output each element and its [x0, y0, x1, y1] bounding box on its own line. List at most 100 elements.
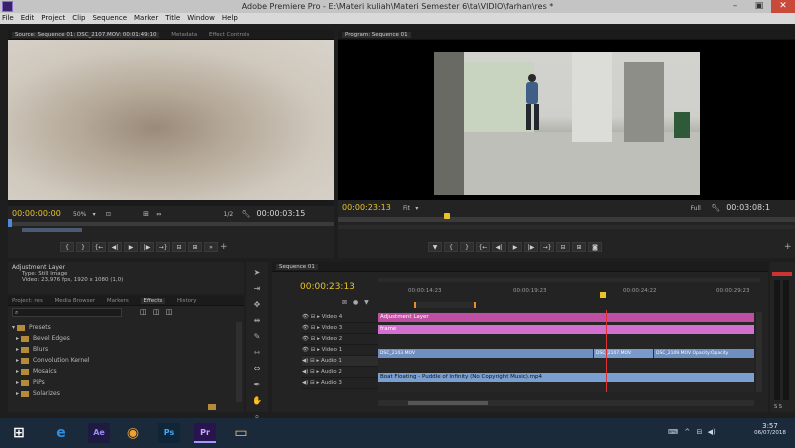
play-icon[interactable]: ▶ [124, 242, 138, 252]
step-back-icon[interactable]: ◀| [492, 242, 506, 252]
speaker-icon[interactable]: ◀) [302, 380, 308, 386]
eye-icon[interactable]: 👁︎ [302, 325, 309, 331]
32bit-effects-icon[interactable]: ◫ [153, 308, 160, 316]
chevron-down-icon[interactable]: ▾ [93, 211, 96, 218]
insert-button-icon[interactable]: ⊟ [172, 242, 186, 252]
clip-video1-b[interactable]: DSC_2107.MOV [594, 349, 654, 358]
disclosure-closed-icon[interactable]: ▸ [16, 368, 19, 375]
internet-explorer-icon[interactable]: e [50, 423, 72, 443]
network-icon[interactable]: ⊟ [696, 428, 702, 436]
lock-icon[interactable]: ⊟ [311, 347, 316, 353]
tab-source[interactable]: Source: Sequence 01: DSC_2107.MOV: 00:01… [12, 32, 160, 38]
ruler-zoom-bar[interactable] [378, 278, 760, 282]
hand-tool-icon[interactable]: ✋ [250, 394, 264, 408]
track-select-tool-icon[interactable]: ⇥ [250, 282, 264, 296]
chevron-down-icon[interactable]: ▾ [415, 205, 418, 212]
keyboard-icon[interactable]: ⌨ [668, 428, 678, 436]
rolling-edit-tool-icon[interactable]: ⇹ [250, 314, 264, 328]
source-resolution-select[interactable]: 1/2 [224, 211, 234, 218]
list-item[interactable]: ▸ PiPs [8, 377, 236, 388]
windows-start-icon[interactable]: ⊞ [8, 423, 30, 443]
file-explorer-icon[interactable]: ▭ [230, 423, 252, 443]
snap-icon[interactable]: ⊠ [342, 299, 347, 306]
step-forward-icon[interactable]: |▶ [140, 242, 154, 252]
new-bin-icon[interactable] [208, 404, 216, 410]
clip-video1-c[interactable]: DSC_2109.MOV Opacity:Opacity [654, 349, 754, 358]
track-header-video4[interactable]: 👁︎ ⊟ ▸ Video 4 [302, 312, 378, 323]
lift-icon[interactable]: ⊟ [556, 242, 570, 252]
insert-icon[interactable]: ⊞ [143, 210, 149, 218]
system-clock[interactable]: 3:57 06/07/2018 [748, 422, 792, 436]
source-time-ruler[interactable] [8, 219, 334, 227]
mark-out-icon[interactable]: } [460, 242, 474, 252]
go-to-out-icon[interactable]: →} [156, 242, 170, 252]
lock-icon[interactable]: ⊟ [310, 369, 315, 375]
accelerated-effects-icon[interactable]: ◫ [140, 308, 147, 316]
clip-video1-a[interactable]: DSC_2103.MOV [378, 349, 594, 358]
tab-program[interactable]: Program: Sequence 01 [342, 32, 411, 38]
tab-history[interactable]: History [177, 298, 197, 304]
clip-adjustment-layer[interactable]: Adjustment Layer [378, 313, 754, 322]
lock-icon[interactable]: ⊟ [311, 325, 316, 331]
tab-sequence[interactable]: Sequence 01 [276, 264, 318, 270]
settings-icon[interactable]: ⊡ [106, 211, 111, 218]
timeline-ruler[interactable]: 00:00:14:23 00:00:19:23 00:00:24:22 00:0… [378, 278, 760, 310]
eye-icon[interactable]: 👁︎ [302, 336, 309, 342]
selection-tool-icon[interactable]: ➤ [250, 266, 264, 280]
linked-selection-icon[interactable]: ● [353, 299, 358, 306]
lock-icon[interactable]: ⊟ [311, 314, 316, 320]
program-zoom-scrollbar[interactable] [338, 225, 795, 229]
track-area[interactable]: Adjustment Layer frame DSC_2103.MOV DSC_… [378, 310, 754, 392]
volume-icon[interactable]: ◀) [708, 428, 716, 436]
tab-markers[interactable]: Markers [107, 298, 129, 304]
after-effects-icon[interactable]: Ae [88, 423, 110, 443]
clip-frame[interactable]: frame [378, 325, 754, 334]
effects-search-input[interactable]: ⌕ [12, 308, 122, 317]
mark-in-icon[interactable]: { [60, 242, 74, 252]
source-zoom-scrollbar[interactable] [22, 228, 82, 232]
overwrite-button-icon[interactable]: ⊞ [188, 242, 202, 252]
tab-effect-controls[interactable]: Effect Controls [209, 32, 249, 38]
source-timecode-in[interactable]: 00:00:00:00 [12, 209, 61, 218]
mark-out-icon[interactable]: } [76, 242, 90, 252]
list-item[interactable]: ▾ Presets [8, 322, 236, 333]
mark-in-icon[interactable]: { [444, 242, 458, 252]
eye-icon[interactable]: 👁︎ [302, 347, 309, 353]
marker-icon[interactable]: ⇔ [156, 211, 161, 218]
export-frame-icon[interactable]: » [204, 242, 218, 252]
add-marker-icon[interactable]: ▼ [428, 242, 442, 252]
list-item[interactable]: ▸ Mosaics [8, 366, 236, 377]
go-to-in-icon[interactable]: {← [92, 242, 106, 252]
track-header-audio2[interactable]: ◀) ⊟ ▸ Audio 2 [302, 367, 378, 378]
track-header-video3[interactable]: 👁︎ ⊟ ▸ Video 3 [302, 323, 378, 334]
program-resolution-select[interactable]: Full [691, 205, 701, 212]
program-fit-select[interactable]: Fit [403, 205, 410, 212]
solo-buttons[interactable]: S S [774, 404, 782, 410]
menu-project[interactable]: Project [41, 14, 65, 22]
go-to-in-icon[interactable]: {← [476, 242, 490, 252]
work-area-bar[interactable] [414, 302, 476, 308]
menu-window[interactable]: Window [187, 14, 215, 22]
tab-effects[interactable]: Effects [140, 298, 166, 304]
list-item[interactable]: ▸ Blurs [8, 344, 236, 355]
disclosure-closed-icon[interactable]: ▸ [16, 357, 19, 364]
track-header-audio1[interactable]: ◀) ⊟ ▸ Audio 1 [302, 356, 378, 367]
photoshop-icon[interactable]: Ps [158, 423, 180, 443]
play-icon[interactable]: ▶ [508, 242, 522, 252]
menu-file[interactable]: File [2, 14, 14, 22]
eye-icon[interactable]: 👁︎ [302, 314, 309, 320]
slip-tool-icon[interactable]: ⇿ [250, 346, 264, 360]
lock-icon[interactable]: ⊟ [311, 336, 316, 342]
maximize-button[interactable]: ▣ [747, 0, 771, 13]
wrench-icon[interactable]: 🔧︎ [241, 210, 250, 218]
menu-clip[interactable]: Clip [72, 14, 85, 22]
lock-icon[interactable]: ⊟ [310, 358, 315, 364]
premiere-icon[interactable]: Pr [194, 423, 216, 443]
slide-tool-icon[interactable]: ⇔ [250, 362, 264, 376]
close-button[interactable]: ✕ [771, 0, 795, 13]
track-header-video2[interactable]: 👁︎ ⊟ ▸ Video 2 [302, 334, 378, 345]
extract-icon[interactable]: ⊞ [572, 242, 586, 252]
go-to-out-icon[interactable]: →} [540, 242, 554, 252]
speaker-icon[interactable]: ◀) [302, 358, 308, 364]
export-frame-icon[interactable]: ◙ [588, 242, 602, 252]
